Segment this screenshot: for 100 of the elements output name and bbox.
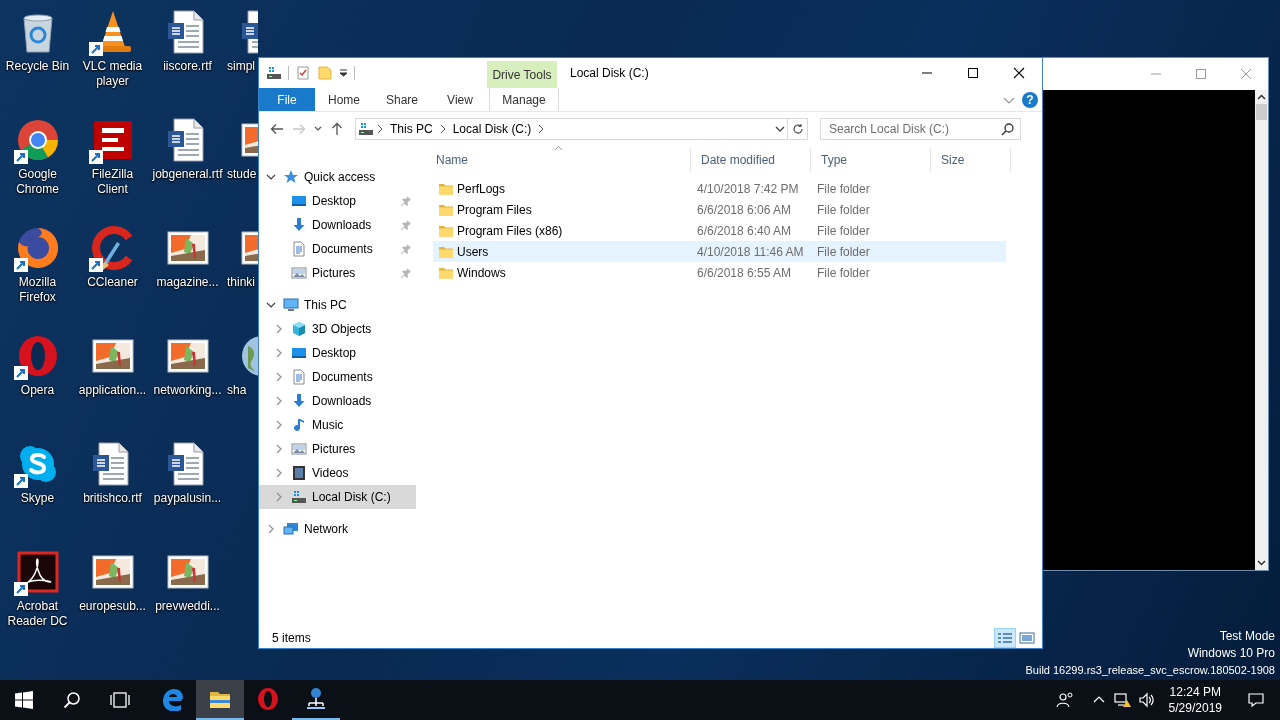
icon-label[interactable]: prevweddi... (151, 599, 224, 614)
file-row[interactable]: Program Files (x86) 6/6/2018 6:40 AM File folder (433, 220, 1006, 241)
nav-item[interactable]: Local Disk (C:) (259, 485, 416, 509)
taskbar-button[interactable] (196, 680, 244, 720)
file-type: File folder (816, 244, 871, 259)
task-view-icon[interactable] (109, 691, 131, 709)
icon-label[interactable]: iiscore.rtf (151, 59, 224, 74)
nav-item[interactable]: Documents (259, 237, 416, 261)
file-row[interactable]: PerfLogs 4/10/2018 7:42 PM File folder (433, 178, 1006, 199)
document-icon (291, 241, 307, 257)
date-modified: 4/10/2018 7:42 PM (696, 181, 800, 196)
search-icon[interactable] (63, 691, 81, 709)
file-name: PerfLogs (457, 181, 506, 196)
scroll-thumb-icon[interactable] (1256, 104, 1267, 120)
icon-label[interactable]: britishco.rtf (76, 491, 149, 506)
up-arrow-icon[interactable] (329, 121, 345, 137)
file-type: File folder (816, 181, 871, 196)
nav-item[interactable]: Desktop (259, 189, 416, 213)
drive-icon (291, 489, 307, 505)
icon-label[interactable]: sha (225, 383, 247, 398)
column-header[interactable]: Size (931, 148, 1011, 172)
icon-label[interactable]: Opera (1, 383, 74, 398)
ribbon-tab[interactable]: View (431, 88, 489, 111)
ribbon-tab[interactable]: File (259, 88, 315, 111)
column-header[interactable]: Date modified (691, 148, 811, 172)
nav-item[interactable]: Pictures (259, 437, 416, 461)
nav-item[interactable]: Downloads (259, 213, 416, 237)
icon-label[interactable]: VLC media player (76, 59, 149, 89)
system-notice: Build 16299.rs3_release_svc_escrow.180502-1908 (1025, 663, 1275, 678)
music-note-icon (291, 417, 307, 433)
computer-icon (283, 297, 299, 313)
clock[interactable]: 12:24 PM 5/29/2019 (1158, 680, 1232, 720)
people-icon[interactable] (1055, 691, 1074, 709)
nav-item[interactable]: Quick access (259, 165, 416, 189)
properties-icon[interactable] (295, 65, 311, 81)
nav-item[interactable]: Pictures (259, 261, 416, 285)
icon-label[interactable]: magazine... (151, 275, 224, 290)
breadcrumb[interactable]: Local Disk (C:) (448, 122, 536, 136)
icon-label[interactable]: Acrobat Reader DC (1, 599, 74, 629)
back-arrow-icon[interactable] (269, 121, 285, 137)
picture-icon (291, 441, 307, 457)
ribbon-tab[interactable]: Home (315, 88, 373, 111)
icon-label[interactable]: application... (76, 383, 149, 398)
nav-item[interactable]: 3D Objects (259, 317, 416, 341)
refresh-button[interactable] (788, 118, 808, 140)
icon-label[interactable]: Google Chrome (1, 167, 74, 197)
address-bar[interactable]: This PC Local Disk (C:) (355, 118, 788, 140)
icon-label[interactable]: Recycle Bin (1, 59, 74, 74)
icon-label[interactable]: paypalusin... (151, 491, 224, 506)
nav-item[interactable]: Documents (259, 365, 416, 389)
icon-label[interactable]: europesub... (76, 599, 149, 614)
file-type: File folder (816, 202, 871, 217)
icon-label[interactable]: CCleaner (76, 275, 149, 290)
icon-label[interactable]: thinki (225, 275, 255, 290)
breadcrumb[interactable]: This PC (386, 122, 437, 136)
icon-label[interactable]: jobgeneral.rtf (151, 167, 224, 182)
clock-date: 5/29/2019 (1168, 700, 1222, 716)
file-row[interactable]: Users 4/10/2018 11:46 AM File folder (433, 241, 1006, 262)
screen-icon (291, 345, 307, 361)
start-icon[interactable] (15, 691, 33, 709)
icon-label[interactable]: networking... (151, 383, 224, 398)
nav-item[interactable]: Network (259, 517, 416, 541)
maximize-icon[interactable] (967, 67, 979, 79)
picture-icon (291, 265, 307, 281)
icon-label[interactable]: simpl (225, 59, 255, 74)
nav-item[interactable]: Desktop (259, 341, 416, 365)
clock-time: 12:24 PM (1169, 684, 1221, 700)
nav-item[interactable]: Videos (259, 461, 416, 485)
file-row[interactable]: Windows 6/6/2018 6:55 AM File folder (433, 262, 1006, 283)
item-count: 5 items (272, 631, 311, 645)
drive-icon[interactable] (266, 65, 282, 81)
ribbon-tab[interactable]: Manage (489, 88, 559, 111)
star-icon (283, 169, 299, 185)
file-row[interactable]: Program Files 6/6/2018 6:06 AM File folder (433, 199, 1006, 220)
icon-label[interactable]: Skype (1, 491, 74, 506)
icon-label[interactable]: stude (225, 167, 257, 182)
ribbon-tab[interactable]: Share (373, 88, 431, 111)
icon-label[interactable]: Mozilla Firefox (1, 275, 74, 305)
column-header[interactable]: Name (426, 148, 691, 172)
window-title: Local Disk (C:) (570, 66, 649, 80)
details-view-icon[interactable] (994, 628, 1016, 648)
notification-icon[interactable] (1247, 691, 1265, 709)
nav-item[interactable]: Music (259, 413, 416, 437)
date-modified: 6/6/2018 6:06 AM (696, 202, 793, 217)
scrollbar[interactable] (1255, 90, 1268, 570)
help-button[interactable]: ? (1022, 91, 1038, 108)
nav-item[interactable]: This PC (259, 293, 416, 317)
download-arrow-icon (291, 393, 307, 409)
file-name: Program Files (457, 202, 532, 217)
volume-icon[interactable] (1137, 691, 1156, 709)
nav-item[interactable]: Downloads (259, 389, 416, 413)
search-field[interactable]: Search Local Disk (C:) (820, 118, 1021, 140)
file-name: Windows (457, 265, 506, 280)
close-icon[interactable] (1013, 67, 1025, 79)
network-warning-icon[interactable] (1113, 691, 1132, 709)
film-icon (291, 465, 307, 481)
edge-icon (160, 687, 184, 711)
file-type: File folder (816, 223, 871, 238)
column-header[interactable]: Type (811, 148, 931, 172)
icon-label[interactable]: FileZilla Client (76, 167, 149, 197)
